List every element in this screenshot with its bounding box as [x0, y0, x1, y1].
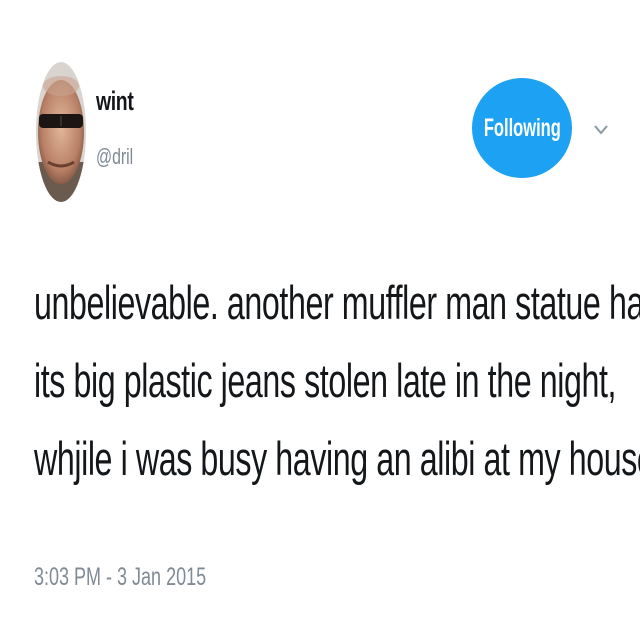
user-handle[interactable]: @dril: [96, 144, 133, 170]
chevron-down-icon[interactable]: [593, 124, 609, 136]
following-button-label: Following: [483, 113, 561, 142]
tweet-text-line: unbelievable. another muffler man statue…: [34, 276, 640, 329]
avatar-photo: [36, 62, 86, 202]
following-button[interactable]: Following: [472, 78, 572, 178]
tweet-timestamp[interactable]: 3:03 PM - 3 Jan 2015: [34, 563, 206, 592]
tweet-text-line: whjile i was busy having an alibi at my …: [34, 432, 640, 485]
tweet-text: unbelievable. another muffler man statue…: [34, 264, 640, 498]
display-name[interactable]: wint: [96, 86, 134, 117]
tweet-text-line: its big plastic jeans stolen late in the…: [34, 354, 617, 407]
avatar[interactable]: [36, 62, 86, 202]
tweet-card: wint @dril Following unbelievable. anoth…: [0, 0, 640, 640]
